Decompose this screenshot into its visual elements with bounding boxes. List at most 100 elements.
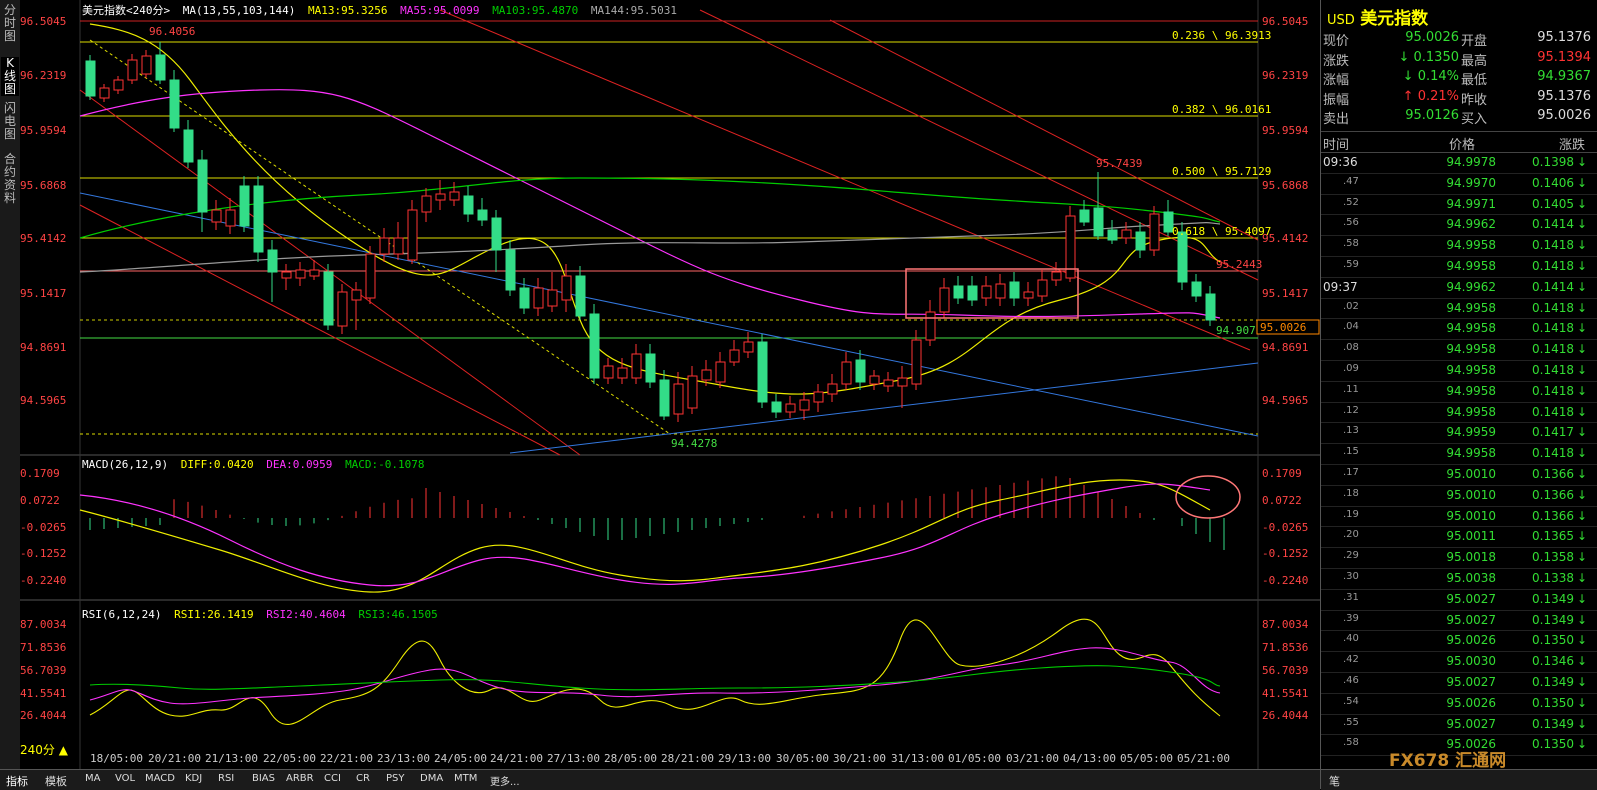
indicator-tab[interactable]: MA	[85, 773, 100, 784]
arrow-down-icon: ↓	[1577, 446, 1588, 461]
candle-body	[505, 249, 516, 291]
macd-dea: DEA:0.0959	[266, 458, 333, 471]
tick-change: 0.1418	[1532, 259, 1574, 273]
indicator-tab[interactable]: CCI	[324, 773, 341, 784]
kline-chart[interactable]: 96.4056 0.236 \ 96.3913 0.382 \ 96.0161 …	[20, 0, 1320, 769]
candle-body	[813, 391, 824, 403]
arrow-down-icon: ↓	[1577, 716, 1588, 731]
candle-body	[1079, 209, 1090, 223]
indicator-tab[interactable]: MTM	[454, 773, 477, 784]
indicator-tab[interactable]: BIAS	[252, 773, 275, 784]
period-selector[interactable]: 240分 ▲	[20, 741, 78, 757]
quote-label: 卖出	[1323, 112, 1350, 127]
rsi-params: RSI(6,12,24)	[82, 608, 162, 621]
tick-time: .58	[1343, 238, 1359, 250]
tick-row: .20 95.0011 0.1365 ↓	[1321, 526, 1597, 549]
candle-body	[897, 377, 908, 387]
indicator-tab[interactable]: DMA	[420, 773, 443, 784]
quote-label: 开盘	[1461, 34, 1488, 49]
tick-price: 95.0026	[1446, 695, 1496, 710]
candle-body	[435, 193, 446, 201]
tick-price: 94.9970	[1446, 175, 1496, 190]
price-tick: 94.5965	[1262, 394, 1308, 407]
arrow-down-icon: ↓	[1577, 155, 1588, 169]
tick-change: 0.1349	[1532, 675, 1574, 689]
tick-price: 94.9962	[1446, 279, 1496, 294]
candle-body	[337, 291, 348, 327]
candle-body	[827, 383, 838, 395]
tick-price: 94.9958	[1446, 259, 1496, 273]
indicator-tab[interactable]: CR	[356, 773, 370, 784]
candle-body	[1205, 293, 1216, 321]
pen-tab[interactable]: 笔	[1329, 773, 1340, 789]
tick-time: .58	[1343, 737, 1359, 749]
tick-time: .12	[1343, 404, 1359, 416]
tick-price: 95.0011	[1446, 529, 1496, 544]
tick-price: 94.9958	[1446, 404, 1496, 419]
tick-time: .56	[1343, 217, 1359, 229]
indicator-tab[interactable]: 模板	[45, 773, 67, 789]
indicator-tab[interactable]: VOL	[115, 773, 135, 784]
candle-body	[1135, 231, 1146, 251]
indicator-tab[interactable]: PSY	[386, 773, 405, 784]
rsi3-value: RSI3:46.1505	[358, 608, 438, 621]
quote-value: 95.1376	[1537, 30, 1591, 45]
quote-value: 95.1376	[1537, 88, 1591, 104]
indicator-tab[interactable]: RSI	[218, 773, 234, 784]
tick-change: 0.1417	[1532, 425, 1574, 440]
macd-tick: 0.0722	[20, 494, 60, 507]
indicator-tab[interactable]: 更多...	[490, 773, 520, 788]
candle-body	[253, 185, 264, 253]
arrow-down-icon: ↓	[1577, 467, 1588, 481]
candle-body	[729, 349, 740, 363]
recent-low-label: 94.9073	[1216, 324, 1262, 337]
indicator-tab[interactable]: ARBR	[286, 773, 314, 784]
indicator-tab[interactable]: MACD	[145, 773, 175, 784]
candle-body	[141, 55, 152, 75]
candle-body	[85, 60, 96, 97]
quote-label: 最高	[1461, 53, 1488, 69]
ma103-value: MA103:95.4870	[492, 4, 579, 17]
tick-change: 0.1366	[1532, 467, 1574, 481]
tab-lightning[interactable]: 闪电图	[1, 102, 19, 141]
time-tick: 29/13:00	[718, 752, 771, 765]
tick-change: 0.1418	[1532, 383, 1574, 398]
arrow-down-icon: ↓	[1577, 550, 1588, 565]
tick-row: .15 94.9958 0.1418 ↓	[1321, 443, 1597, 465]
level-label: 95.2443	[1216, 258, 1262, 271]
candle-body	[99, 87, 110, 99]
arrow-down-icon: ↓	[1577, 321, 1588, 336]
quote-label: 买入	[1461, 112, 1488, 127]
candle-body	[855, 359, 866, 383]
indicator-tab[interactable]: 指标	[6, 773, 28, 789]
time-tick: 01/05:00	[948, 752, 1001, 765]
tick-change: 0.1365	[1532, 529, 1574, 544]
candle-body	[911, 339, 922, 385]
candle-body	[771, 401, 782, 413]
tick-price: 94.9958	[1446, 342, 1496, 357]
tick-time: .39	[1343, 612, 1359, 624]
price-tick: 95.1417	[1262, 287, 1308, 300]
time-tick: 04/13:00	[1063, 752, 1116, 765]
candle-body	[953, 285, 964, 299]
tick-row: .17 95.0010 0.1366 ↓	[1321, 464, 1597, 486]
arrow-down-icon: ↓	[1577, 508, 1588, 523]
arrow-down-icon: ↓	[1577, 404, 1588, 419]
tab-timeshare[interactable]: 分时图	[1, 4, 19, 43]
tick-time: .46	[1343, 675, 1359, 686]
tick-time: .47	[1343, 175, 1359, 187]
indicator-tab[interactable]: KDJ	[185, 773, 202, 784]
tab-kline[interactable]: K线图	[1, 57, 19, 96]
ma13-value: MA13:95.3256	[307, 4, 388, 17]
tick-price: 95.0038	[1446, 571, 1496, 585]
chart-title: 美元指数<240分>	[82, 4, 171, 17]
tick-time: .30	[1343, 571, 1359, 582]
candle-body	[757, 341, 768, 403]
time-tick: 24/05:00	[434, 752, 487, 765]
tab-contract-info[interactable]: 合约资料	[1, 153, 19, 205]
candle-body	[267, 249, 278, 273]
tick-row: .39 95.0027 0.1349 ↓	[1321, 610, 1597, 632]
tick-time: .19	[1343, 508, 1359, 520]
quote-value: 95.1394	[1537, 49, 1591, 65]
candle-body	[239, 185, 250, 227]
